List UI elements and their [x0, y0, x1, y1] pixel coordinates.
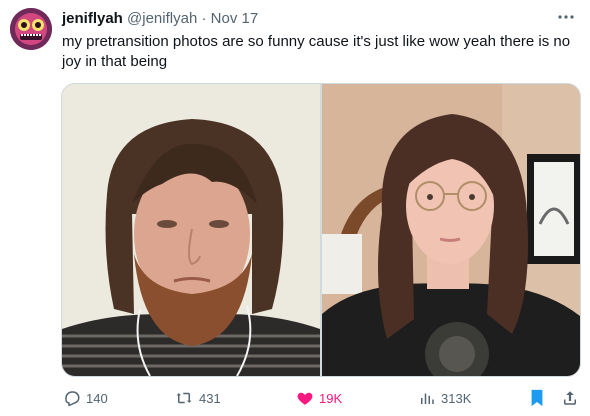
- separator-dot: ·: [201, 10, 207, 27]
- repost-button[interactable]: 431: [174, 386, 221, 410]
- reply-button[interactable]: 140: [63, 386, 108, 410]
- more-options-button[interactable]: [556, 9, 576, 25]
- bookmark-icon: [531, 389, 543, 407]
- views-count: 313K: [441, 390, 472, 406]
- photo-right[interactable]: [322, 84, 580, 376]
- tweet-media[interactable]: [61, 83, 581, 377]
- more-icon: [558, 15, 574, 19]
- like-button[interactable]: 19K: [296, 386, 342, 410]
- reply-count: 140: [86, 390, 108, 406]
- share-button[interactable]: [561, 386, 579, 410]
- bookmark-button[interactable]: [529, 386, 545, 410]
- tweet-text: my pretransition photos are so funny cau…: [62, 33, 571, 70]
- repost-count: 431: [199, 390, 221, 406]
- views-button[interactable]: 313K: [418, 386, 471, 410]
- avatar[interactable]: [10, 8, 52, 50]
- tweet-actions: 140 431 19K 313K: [61, 386, 581, 410]
- share-icon: [564, 391, 576, 405]
- avatar-image: [10, 8, 52, 50]
- views-icon: [421, 393, 434, 404]
- heart-icon: [297, 392, 313, 405]
- pretransition-photo: [62, 84, 320, 376]
- repost-icon: [176, 392, 192, 404]
- author-name[interactable]: jeniflyah: [62, 10, 123, 27]
- tweet-header: jeniflyah @jeniflyah · Nov 17: [62, 10, 258, 28]
- tweet[interactable]: jeniflyah @jeniflyah · Nov 17 my pretran…: [0, 0, 590, 416]
- reply-icon: [65, 391, 80, 407]
- photo-left[interactable]: [62, 84, 320, 376]
- tweet-date[interactable]: Nov 17: [211, 10, 259, 27]
- current-photo: [322, 84, 580, 376]
- author-handle[interactable]: @jeniflyah: [127, 10, 197, 27]
- like-count: 19K: [319, 390, 343, 406]
